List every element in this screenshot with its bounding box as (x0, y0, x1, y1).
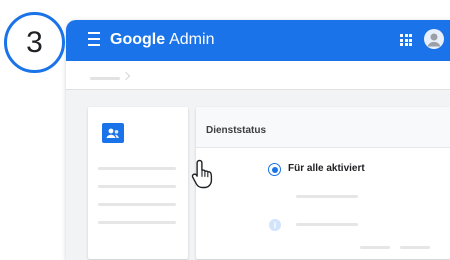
text-placeholder-line (400, 246, 430, 249)
info-icon[interactable]: i (269, 219, 281, 231)
brand-google: Google (110, 31, 166, 48)
text-placeholder-line (98, 185, 176, 188)
card-header: Dienststatus (196, 107, 450, 148)
apps-grid-icon[interactable] (400, 34, 412, 46)
chevron-right-icon (121, 71, 131, 81)
hamburger-menu-icon[interactable] (88, 32, 100, 46)
radio-label-enabled-for-all[interactable]: Für alle aktiviert (288, 163, 365, 174)
text-placeholder-line (98, 221, 176, 224)
app-summary-card (88, 107, 188, 259)
service-status-card: Dienststatus Für alle aktiviert i (196, 107, 450, 259)
text-placeholder-line (98, 167, 176, 170)
radio-enabled-for-all[interactable] (268, 163, 281, 176)
product-logo[interactable]: Google Admin (110, 30, 214, 50)
breadcrumb (66, 61, 450, 90)
step-number-badge: 3 (4, 12, 65, 73)
admin-console-window: Google Admin Dienststatus Für alle aktiv… (66, 20, 450, 260)
brand-admin: Admin (169, 31, 215, 48)
top-app-bar: Google Admin (66, 20, 450, 61)
groups-app-icon (102, 123, 124, 143)
text-placeholder-line (360, 246, 390, 249)
breadcrumb-item-placeholder[interactable] (90, 77, 120, 80)
text-placeholder-line (296, 195, 358, 198)
card-title: Dienststatus (206, 125, 267, 136)
text-placeholder-line (296, 223, 358, 226)
account-avatar-icon[interactable] (424, 29, 444, 49)
text-placeholder-line (98, 203, 176, 206)
hand-pointer-icon (190, 158, 218, 190)
